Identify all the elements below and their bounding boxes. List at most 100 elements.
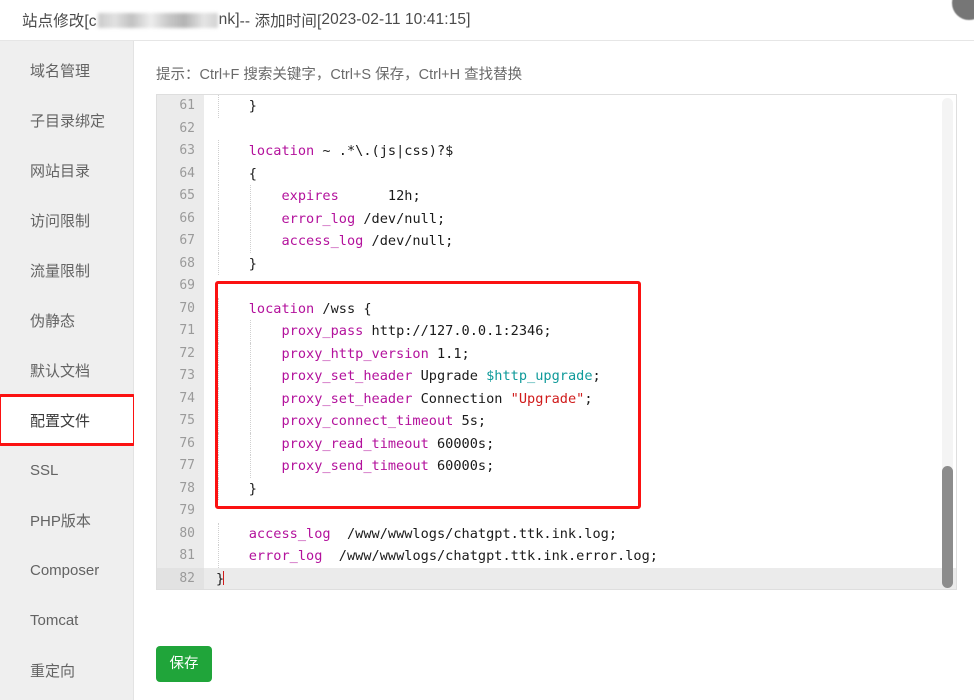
code-token: 60000s; xyxy=(429,458,494,474)
code-token: location xyxy=(249,143,314,159)
line-number: 64 xyxy=(157,163,204,186)
line-content[interactable]: proxy_pass http://127.0.0.1:2346; xyxy=(204,320,956,343)
save-button[interactable]: 保存 xyxy=(156,646,212,682)
sidebar-item-0[interactable]: 域名管理 xyxy=(0,45,133,95)
code-line[interactable]: 72 proxy_http_version 1.1; xyxy=(157,343,956,366)
line-content[interactable]: { xyxy=(204,163,956,186)
sidebar-item-3[interactable]: 访问限制 xyxy=(0,195,133,245)
code-line[interactable]: 71 proxy_pass http://127.0.0.1:2346; xyxy=(157,320,956,343)
code-token xyxy=(216,188,281,204)
line-content[interactable]: } xyxy=(204,478,956,501)
code-line[interactable]: 70 location /wss { xyxy=(157,298,956,321)
code-line[interactable]: 79 xyxy=(157,500,956,523)
line-content[interactable]: proxy_send_timeout 60000s; xyxy=(204,455,956,478)
line-content[interactable]: } xyxy=(204,568,956,591)
text-cursor xyxy=(223,571,224,585)
indent-guide xyxy=(218,208,219,231)
line-content[interactable]: access_log /www/wwwlogs/chatgpt.ttk.ink.… xyxy=(204,523,956,546)
sidebar-item-5[interactable]: 伪静态 xyxy=(0,295,133,345)
sidebar-item-9[interactable]: PHP版本 xyxy=(0,495,133,545)
sidebar-item-12[interactable]: 重定向 xyxy=(0,645,133,695)
code-token xyxy=(216,391,281,407)
line-content[interactable]: proxy_set_header Connection "Upgrade"; xyxy=(204,388,956,411)
code-token: /www/wwwlogs/chatgpt.ttk.ink.error.log; xyxy=(322,548,658,564)
sidebar-item-7[interactable]: 配置文件 xyxy=(0,395,133,445)
code-line[interactable]: 61 } xyxy=(157,95,956,118)
line-content[interactable]: error_log /dev/null; xyxy=(204,208,956,231)
code-line[interactable]: 69 xyxy=(157,275,956,298)
indent-guide xyxy=(218,433,219,456)
settings-sidebar: 域名管理子目录绑定网站目录访问限制流量限制伪静态默认文档配置文件 SSL PHP版本… xyxy=(0,41,134,700)
line-content[interactable]: location ~ .*\.(js|css)?$ xyxy=(204,140,956,163)
line-content[interactable]: } xyxy=(204,95,956,118)
code-line[interactable]: 67 access_log /dev/null; xyxy=(157,230,956,253)
code-line[interactable]: 64 { xyxy=(157,163,956,186)
code-line[interactable]: 75 proxy_connect_timeout 5s; xyxy=(157,410,956,433)
sidebar-item-label: SSL xyxy=(30,462,58,479)
code-line[interactable]: 82} xyxy=(157,568,956,591)
code-line[interactable]: 63 location ~ .*\.(js|css)?$ xyxy=(157,140,956,163)
code-token xyxy=(216,233,281,249)
line-content[interactable]: proxy_connect_timeout 5s; xyxy=(204,410,956,433)
sidebar-item-label: 网站目录 xyxy=(30,160,90,181)
sidebar-item-8[interactable]: SSL xyxy=(0,445,133,495)
code-line[interactable]: 65 expires 12h; xyxy=(157,185,956,208)
code-token: } xyxy=(216,98,257,114)
indent-guide xyxy=(218,523,219,546)
line-content[interactable]: } xyxy=(204,253,956,276)
code-line[interactable]: 78 } xyxy=(157,478,956,501)
sidebar-item-4[interactable]: 流量限制 xyxy=(0,245,133,295)
code-token xyxy=(216,143,249,159)
code-line[interactable]: 81 error_log /www/wwwlogs/chatgpt.ttk.in… xyxy=(157,545,956,568)
sidebar-item-label: 配置文件 xyxy=(30,410,90,431)
code-line[interactable]: 74 proxy_set_header Connection "Upgrade"… xyxy=(157,388,956,411)
code-token xyxy=(216,526,249,542)
code-token: /www/wwwlogs/chatgpt.ttk.ink.log; xyxy=(331,526,617,542)
sidebar-item-6[interactable]: 默认文档 xyxy=(0,345,133,395)
code-line[interactable]: 80 access_log /www/wwwlogs/chatgpt.ttk.i… xyxy=(157,523,956,546)
code-line[interactable]: 77 proxy_send_timeout 60000s; xyxy=(157,455,956,478)
code-token: proxy_connect_timeout xyxy=(281,413,453,429)
code-token: Upgrade xyxy=(412,368,486,384)
indent-guide xyxy=(218,455,219,478)
page-title: 站点修改[cnk] -- 添加时间[2023-02-11 10:41:15] xyxy=(0,9,471,31)
line-number: 81 xyxy=(157,545,204,568)
code-line[interactable]: 76 proxy_read_timeout 60000s; xyxy=(157,433,956,456)
code-line[interactable]: 68 } xyxy=(157,253,956,276)
line-number: 76 xyxy=(157,433,204,456)
line-content[interactable]: proxy_http_version 1.1; xyxy=(204,343,956,366)
indent-guide xyxy=(250,365,251,388)
line-number: 82 xyxy=(157,568,204,591)
line-content[interactable]: access_log /dev/null; xyxy=(204,230,956,253)
line-content[interactable]: error_log /www/wwwlogs/chatgpt.ttk.ink.e… xyxy=(204,545,956,568)
sidebar-item-label: 伪静态 xyxy=(30,310,75,331)
code-token: 12h; xyxy=(339,188,421,204)
line-number: 68 xyxy=(157,253,204,276)
sidebar-item-2[interactable]: 网站目录 xyxy=(0,145,133,195)
sidebar-item-label: 访问限制 xyxy=(30,210,90,231)
close-icon[interactable] xyxy=(952,0,974,20)
editor-code-area[interactable]: 61 }6263 location ~ .*\.(js|css)?$64 {65… xyxy=(157,95,956,589)
nginx-config-editor[interactable]: 61 }6263 location ~ .*\.(js|css)?$64 {65… xyxy=(156,94,957,590)
line-content[interactable]: location /wss { xyxy=(204,298,956,321)
indent-guide xyxy=(218,410,219,433)
line-content[interactable]: proxy_set_header Upgrade $http_upgrade; xyxy=(204,365,956,388)
code-token: $http_upgrade xyxy=(486,368,592,384)
line-content[interactable]: proxy_read_timeout 60000s; xyxy=(204,433,956,456)
code-token xyxy=(216,211,281,227)
code-line[interactable]: 66 error_log /dev/null; xyxy=(157,208,956,231)
line-number: 73 xyxy=(157,365,204,388)
code-line[interactable]: 73 proxy_set_header Upgrade $http_upgrad… xyxy=(157,365,956,388)
sidebar-item-1[interactable]: 子目录绑定 xyxy=(0,95,133,145)
line-content[interactable]: expires 12h; xyxy=(204,185,956,208)
code-token: /dev/null; xyxy=(355,211,445,227)
code-token: { xyxy=(216,166,257,182)
editor-scrollbar-track[interactable] xyxy=(942,98,953,588)
sidebar-item-11[interactable]: Tomcat xyxy=(0,595,133,645)
code-line[interactable]: 62 xyxy=(157,118,956,141)
editor-scrollbar-thumb[interactable] xyxy=(942,466,953,588)
code-token xyxy=(216,548,249,564)
sidebar-item-10[interactable]: Composer xyxy=(0,545,133,595)
code-token xyxy=(216,436,281,452)
code-token: ; xyxy=(584,391,592,407)
